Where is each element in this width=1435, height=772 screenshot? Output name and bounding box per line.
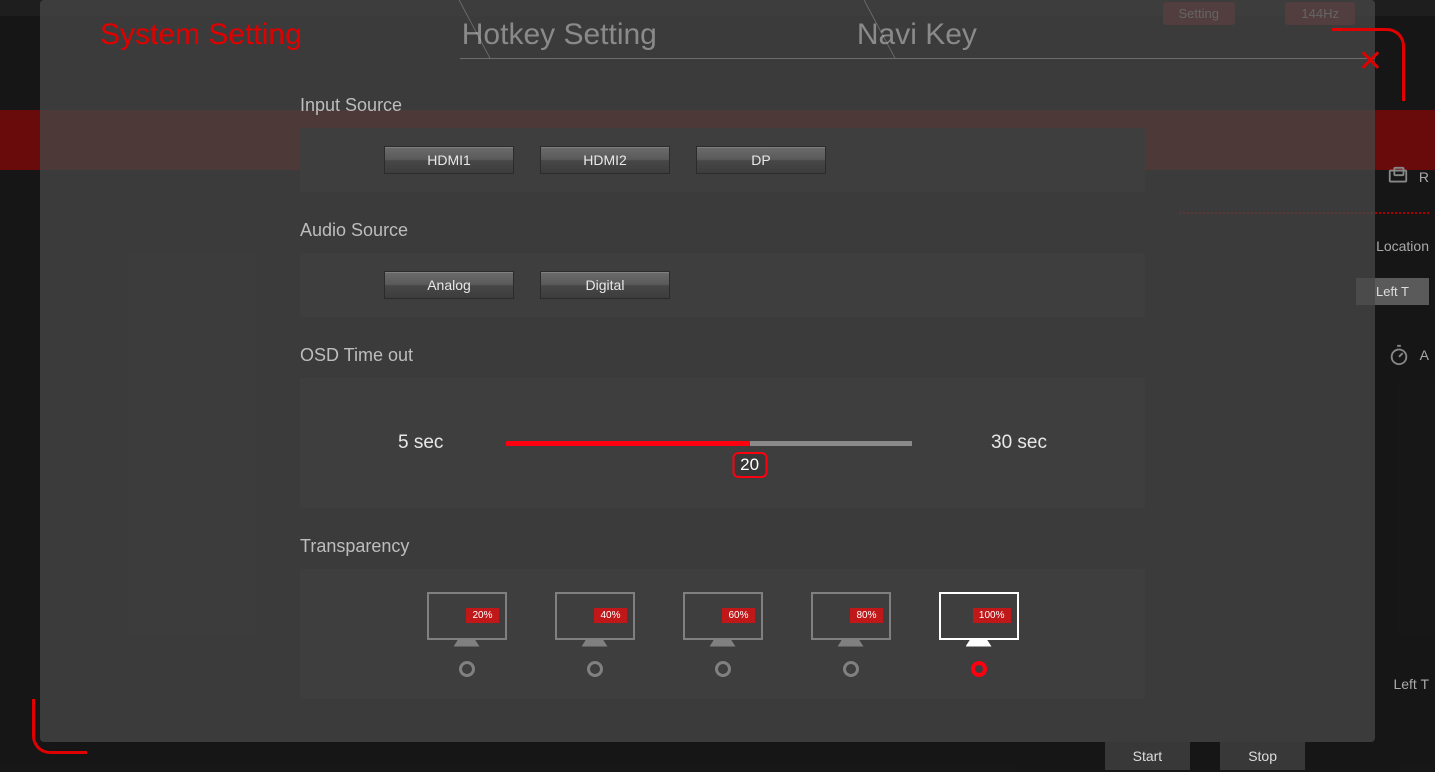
osd-max-label: 30 sec [991, 432, 1047, 454]
bg-a-label: A [1420, 347, 1429, 363]
bg-location-label: Location [1376, 238, 1429, 254]
monitor-stand [582, 639, 608, 647]
bg-stop-btn: Stop [1220, 742, 1305, 770]
osd-slider-track[interactable] [506, 441, 912, 446]
audio-analog-button[interactable]: Analog [384, 271, 514, 299]
transparency-tag: 40% [594, 608, 626, 623]
audio-digital-button[interactable]: Digital [540, 271, 670, 299]
osd-slider-fill [506, 441, 750, 446]
radio-icon [971, 661, 987, 677]
close-icon[interactable]: ✕ [1358, 44, 1383, 79]
transparency-option-60[interactable]: 60% [683, 592, 763, 677]
tab-navi-key[interactable]: Navi Key [737, 0, 1037, 72]
transparency-tag: 100% [973, 608, 1011, 623]
radio-icon [843, 661, 859, 677]
monitor-stand [710, 639, 736, 647]
bg-left-t: Left T [1393, 676, 1429, 692]
osd-slider-thumb[interactable]: 20 [732, 452, 767, 478]
monitor-icon: 20% [427, 592, 507, 640]
input-dp-button[interactable]: DP [696, 146, 826, 174]
radio-icon [459, 661, 475, 677]
transparency-panel: 20% 40% 60% 80% 100% [300, 569, 1145, 699]
monitor-stand [454, 639, 480, 647]
transparency-option-40[interactable]: 40% [555, 592, 635, 677]
transparency-option-80[interactable]: 80% [811, 592, 891, 677]
background-bottom-buttons: Start Stop [1105, 742, 1305, 770]
tab-hotkey-setting[interactable]: Hotkey Setting [362, 0, 737, 72]
radio-icon [587, 661, 603, 677]
osd-timeout-panel: 5 sec 30 sec 20 [300, 378, 1145, 508]
transparency-tag: 60% [722, 608, 754, 623]
monitor-icon: 60% [683, 592, 763, 640]
timer-icon [1388, 344, 1410, 366]
tab-bar: System Setting Hotkey Setting Navi Key [40, 0, 1375, 72]
osd-timeout-label: OSD Time out [300, 345, 1145, 366]
bg-r-label: R [1419, 169, 1429, 185]
audio-source-label: Audio Source [300, 220, 1145, 241]
monitor-stand [838, 639, 864, 647]
osd-min-label: 5 sec [398, 432, 443, 454]
transparency-label: Transparency [300, 536, 1145, 557]
radio-icon [715, 661, 731, 677]
input-hdmi2-button[interactable]: HDMI2 [540, 146, 670, 174]
monitor-stand [966, 639, 992, 647]
monitor-icon: 40% [555, 592, 635, 640]
tab-system-setting[interactable]: System Setting [40, 0, 362, 72]
screen-icon [1387, 166, 1409, 188]
monitor-icon: 80% [811, 592, 891, 640]
transparency-tag: 80% [850, 608, 882, 623]
transparency-tag: 20% [466, 608, 498, 623]
transparency-option-20[interactable]: 20% [427, 592, 507, 677]
transparency-option-100[interactable]: 100% [939, 592, 1019, 677]
settings-modal: System Setting Hotkey Setting Navi Key ✕… [40, 0, 1375, 742]
input-source-panel: HDMI1 HDMI2 DP [300, 128, 1145, 192]
input-hdmi1-button[interactable]: HDMI1 [384, 146, 514, 174]
audio-source-panel: Analog Digital [300, 253, 1145, 317]
bg-start-btn: Start [1105, 742, 1191, 770]
monitor-icon: 100% [939, 592, 1019, 640]
input-source-label: Input Source [300, 95, 1145, 116]
